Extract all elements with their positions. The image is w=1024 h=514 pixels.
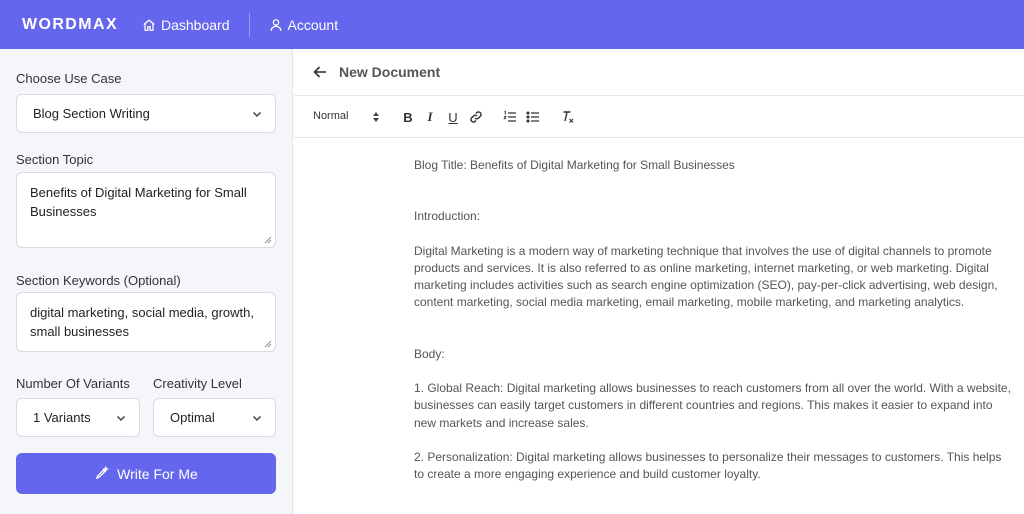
creativity-label: Creativity Level [153, 376, 242, 391]
italic-button[interactable]: I [422, 109, 438, 125]
topic-textarea[interactable]: Benefits of Digital Marketing for Small … [16, 172, 276, 248]
nav-account[interactable]: Account [269, 16, 339, 33]
topic-label: Section Topic [16, 152, 94, 167]
link-button[interactable] [468, 109, 484, 125]
format-select[interactable]: Normal [313, 110, 348, 122]
clear-format-button[interactable] [560, 109, 576, 125]
document-editor: New Document Normal B I U Blog Title: Be… [294, 49, 1024, 514]
write-for-me-label: Write For Me [117, 465, 198, 482]
variants-select[interactable]: 1 Variants [16, 398, 140, 437]
underline-button[interactable]: U [445, 109, 461, 125]
write-for-me-button[interactable]: Write For Me [16, 453, 276, 494]
variants-label: Number Of Variants [16, 376, 130, 391]
clear-format-icon [563, 111, 574, 123]
arrow-left-icon[interactable] [312, 64, 328, 80]
nav-account-label: Account [287, 16, 339, 33]
blog-title-line: Blog Title: Benefits of Digital Marketin… [414, 158, 735, 172]
use-case-label: Choose Use Case [16, 71, 122, 86]
chevron-down-icon [252, 111, 262, 117]
bullet-list-icon [526, 111, 539, 123]
editor-toolbar: Normal B I U [294, 96, 1024, 138]
chevron-down-icon [252, 415, 262, 421]
body-point-2: 2. Personalization: Digital marketing al… [414, 449, 1002, 482]
document-header: New Document [294, 49, 1024, 96]
ordered-list-icon [503, 110, 516, 122]
user-icon [270, 18, 281, 31]
top-navbar: WORDMAX Dashboard Account [0, 0, 1024, 49]
chevron-down-icon [116, 415, 126, 421]
ordered-list-button[interactable] [502, 109, 518, 125]
keywords-value: digital marketing, social media, growth,… [30, 305, 254, 339]
resize-grip-icon[interactable] [264, 236, 272, 244]
variants-value: 1 Variants [33, 410, 91, 425]
generator-sidebar: Choose Use Case Blog Section Writing Sec… [0, 49, 293, 514]
keywords-label: Section Keywords (Optional) [16, 273, 181, 288]
brand-logo[interactable]: WORDMAX [22, 16, 134, 34]
link-icon [470, 111, 482, 123]
updown-caret-icon[interactable] [372, 111, 380, 123]
nav-dashboard[interactable]: Dashboard [142, 17, 230, 33]
nav-dashboard-label: Dashboard [161, 16, 230, 33]
document-content[interactable]: Blog Title: Benefits of Digital Marketin… [414, 157, 1014, 484]
magic-pen-icon [95, 466, 110, 480]
intro-heading: Introduction: [414, 209, 481, 224]
creativity-select[interactable]: Optimal [153, 398, 276, 437]
use-case-select[interactable]: Blog Section Writing [16, 94, 276, 133]
body-heading: Body: [414, 346, 445, 361]
home-icon [143, 18, 155, 31]
creativity-value: Optimal [170, 410, 215, 425]
document-title: New Document [339, 64, 441, 80]
resize-grip-icon[interactable] [264, 340, 272, 348]
topic-value: Benefits of Digital Marketing for Small … [30, 185, 247, 219]
bold-button[interactable]: B [400, 109, 416, 125]
keywords-textarea[interactable]: digital marketing, social media, growth,… [16, 292, 276, 352]
bullet-list-button[interactable] [525, 109, 541, 125]
body-point-1: 1. Global Reach: Digital marketing allow… [414, 381, 1011, 430]
intro-paragraph: Digital Marketing is a modern way of mar… [414, 243, 998, 310]
nav-divider [248, 12, 250, 37]
use-case-value: Blog Section Writing [33, 106, 150, 121]
